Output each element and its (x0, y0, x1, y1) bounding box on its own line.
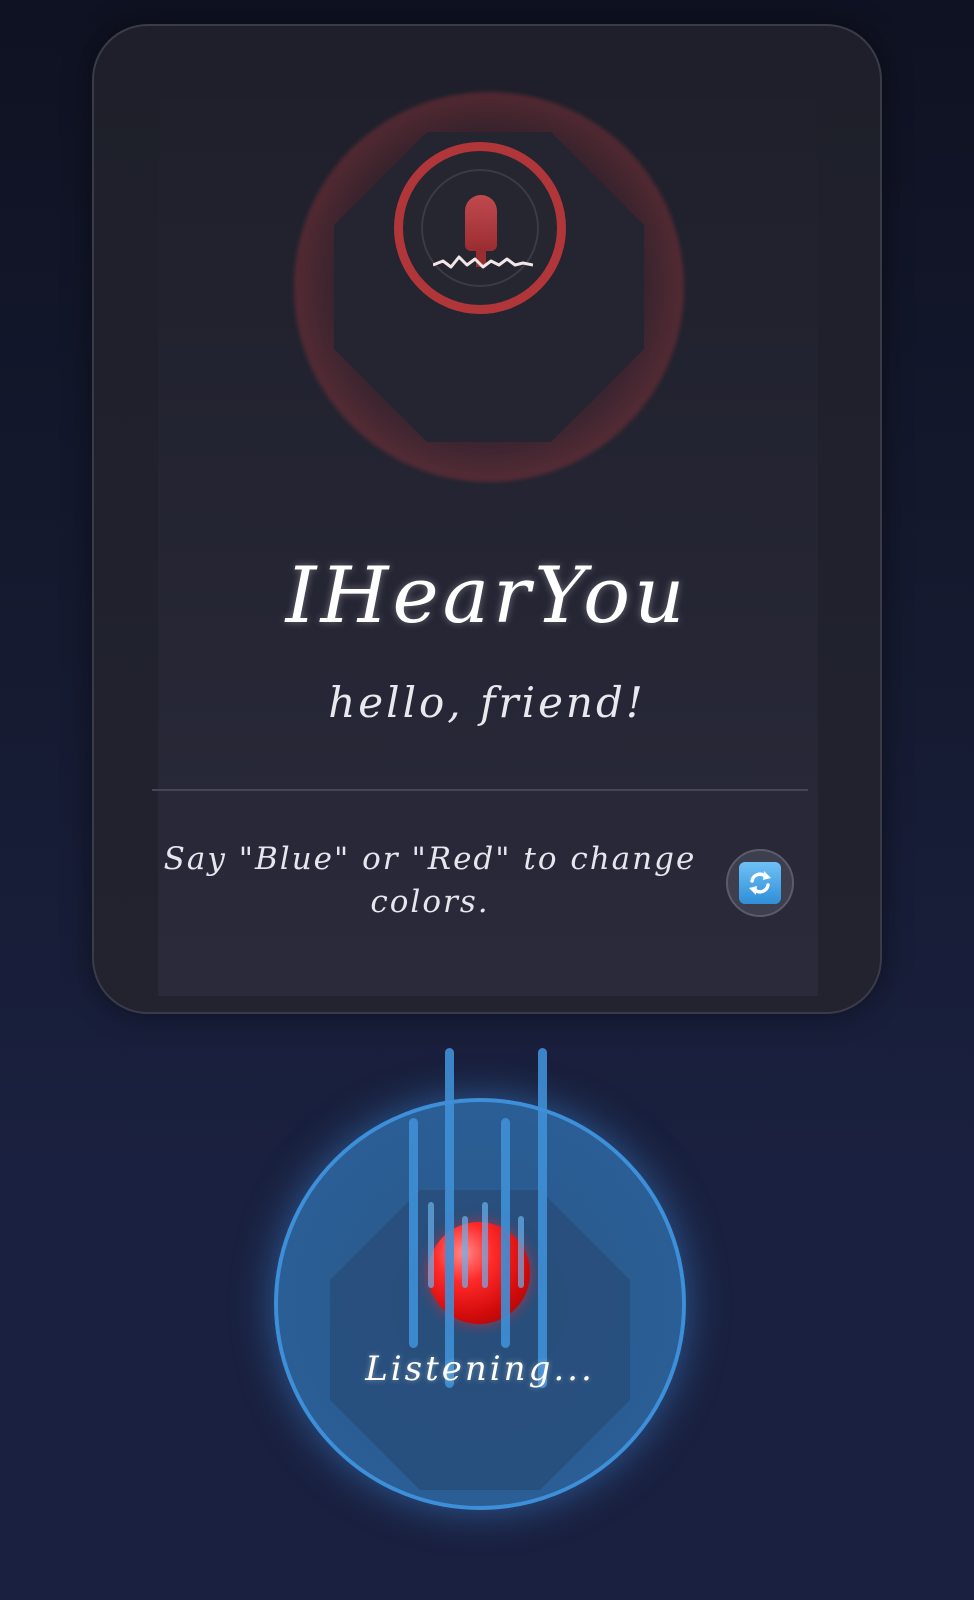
app-screen: { "app": { "title": "IHearYou", "greetin… (0, 0, 974, 1600)
color-hint-text: Say "Blue" or "Red" to change colors. (163, 841, 697, 920)
app-title: IHearYou (285, 551, 689, 641)
listen-button[interactable]: Listening... (274, 1048, 686, 1510)
record-dot-icon (428, 1222, 530, 1324)
audio-level-bar (482, 1202, 488, 1288)
audio-level-bar (445, 1048, 454, 1388)
app-card: IHearYou hello, friend! Say "Blue" or "R… (92, 24, 882, 1014)
audio-level-bar (409, 1118, 418, 1348)
audio-level-bar (518, 1216, 524, 1288)
audio-level-bar (462, 1216, 468, 1288)
refresh-arrows-icon (749, 871, 771, 895)
audio-level-bar (538, 1048, 547, 1388)
greeting-text: hello, friend! (328, 678, 646, 727)
audio-level-bar (501, 1118, 510, 1348)
microphone-icon (465, 195, 497, 251)
refresh-button[interactable] (726, 849, 794, 917)
microphone-logo-icon (394, 142, 566, 314)
app-logo (294, 92, 684, 482)
divider (152, 789, 808, 791)
listening-status: Listening... (365, 1349, 595, 1389)
refresh-icon (739, 862, 781, 904)
audio-level-bar (428, 1202, 434, 1288)
sound-wave-icon (433, 255, 533, 269)
